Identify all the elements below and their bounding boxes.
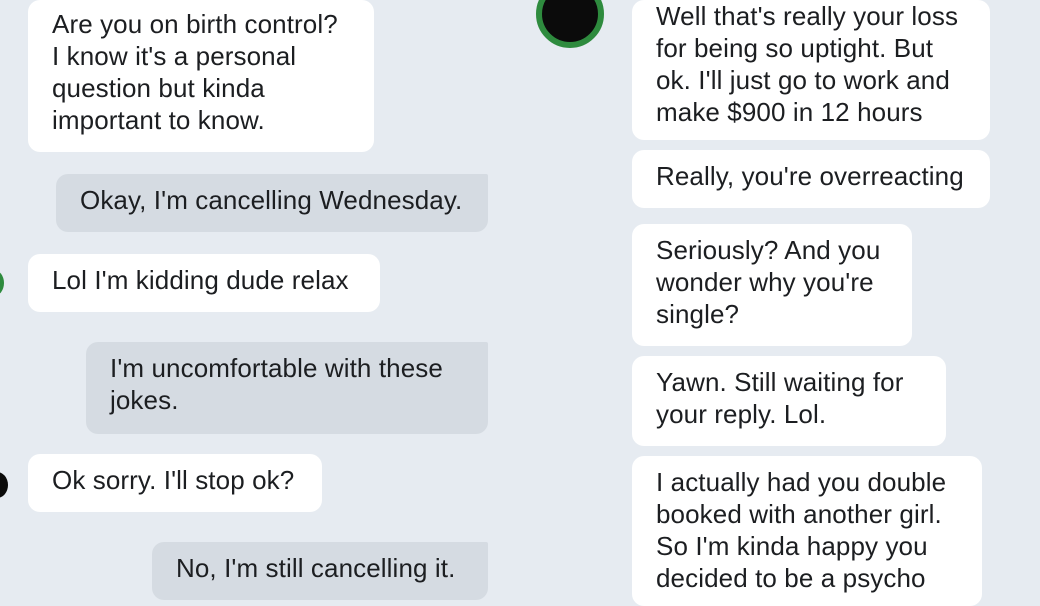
message-bubble-received: Well that's really your loss for being s… xyxy=(632,0,990,140)
message-bubble-received: Seriously? And you wonder why you're sin… xyxy=(632,224,912,346)
message-bubble-received: I actually had you double booked with an… xyxy=(632,456,982,606)
message-bubble-received: Ok sorry. I'll stop ok? xyxy=(28,454,322,512)
avatar-partial xyxy=(0,270,4,296)
message-bubble-sent: No, I'm still cancelling it. xyxy=(152,542,488,600)
left-conversation-panel: Are you on birth control? I know it's a … xyxy=(0,0,520,600)
message-bubble-received: Lol I'm kidding dude relax xyxy=(28,254,380,312)
message-bubble-received: Really, you're overreacting xyxy=(632,150,990,208)
message-bubble-received: Are you on birth control? I know it's a … xyxy=(28,0,374,152)
message-bubble-received: Yawn. Still waiting for your reply. Lol. xyxy=(632,356,946,446)
avatar-partial xyxy=(0,472,8,498)
message-bubble-sent: Okay, I'm cancelling Wednesday. xyxy=(56,174,488,232)
message-bubble-sent: I'm uncomfortable with these jokes. xyxy=(86,342,488,434)
right-conversation-panel: Well that's really your loss for being s… xyxy=(520,0,1040,606)
contact-avatar[interactable] xyxy=(536,0,604,48)
